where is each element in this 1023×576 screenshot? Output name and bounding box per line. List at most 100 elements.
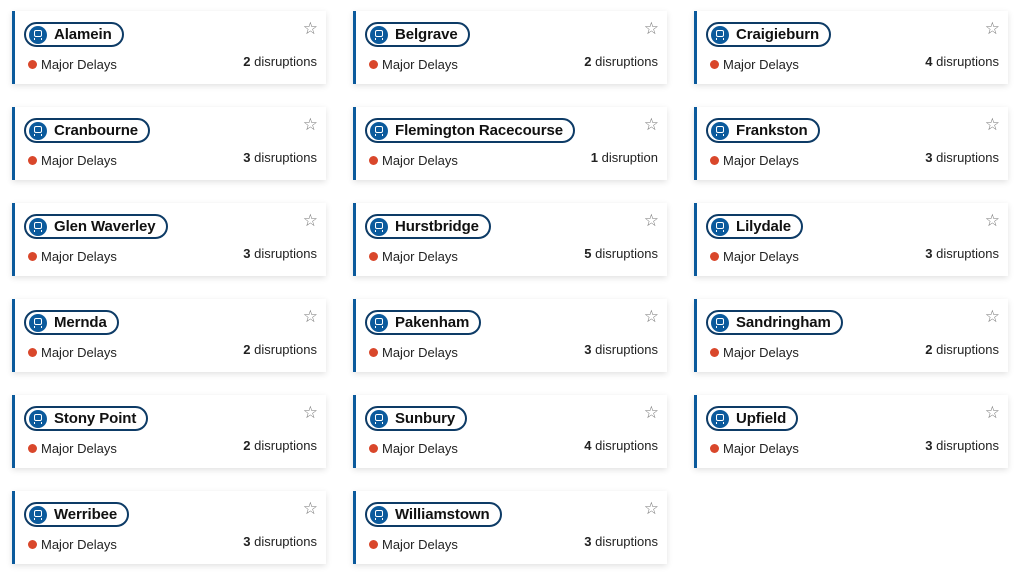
red-dot-icon xyxy=(710,156,719,165)
status-label: Major Delays xyxy=(41,249,117,264)
count-unit: disruptions xyxy=(254,246,317,261)
line-name-pill[interactable]: Werribee xyxy=(24,502,130,527)
count-number: 3 xyxy=(925,246,933,261)
favourite-star-icon[interactable]: ☆ xyxy=(303,115,318,135)
line-name-pill[interactable]: Lilydale xyxy=(706,214,804,239)
disruption-count[interactable]: 3 disruptions xyxy=(925,438,999,453)
line-name: Hurstbridge xyxy=(395,218,479,235)
status: Major Delays xyxy=(369,153,458,168)
status: Major Delays xyxy=(369,345,458,360)
favourite-star-icon[interactable]: ☆ xyxy=(644,19,659,39)
line-card[interactable]: Glen Waverley ☆ Major Delays 3 disruptio… xyxy=(12,203,326,276)
disruption-count[interactable]: 2 disruptions xyxy=(243,438,317,453)
red-dot-icon xyxy=(369,156,378,165)
favourite-star-icon[interactable]: ☆ xyxy=(303,499,318,519)
favourite-star-icon[interactable]: ☆ xyxy=(985,19,1000,39)
status: Major Delays xyxy=(28,441,117,456)
line-name-pill[interactable]: Frankston xyxy=(706,118,820,143)
disruption-count[interactable]: 2 disruptions xyxy=(925,342,999,357)
line-name: Cranbourne xyxy=(54,122,139,139)
favourite-star-icon[interactable]: ☆ xyxy=(303,19,318,39)
favourite-star-icon[interactable]: ☆ xyxy=(644,403,659,423)
line-card[interactable]: Werribee ☆ Major Delays 3 disruptions xyxy=(12,491,326,564)
status-label: Major Delays xyxy=(41,441,117,456)
status: Major Delays xyxy=(369,441,458,456)
disruption-count[interactable]: 4 disruptions xyxy=(584,438,658,453)
line-name-pill[interactable]: Williamstown xyxy=(365,502,502,527)
line-card[interactable]: Sunbury ☆ Major Delays 4 disruptions xyxy=(353,395,667,468)
count-unit: disruptions xyxy=(936,342,999,357)
favourite-star-icon[interactable]: ☆ xyxy=(985,211,1000,231)
status-label: Major Delays xyxy=(723,249,799,264)
favourite-star-icon[interactable]: ☆ xyxy=(303,211,318,231)
line-card[interactable]: Belgrave ☆ Major Delays 2 disruptions xyxy=(353,11,667,84)
favourite-star-icon[interactable]: ☆ xyxy=(644,211,659,231)
line-name-pill[interactable]: Alamein xyxy=(24,22,124,47)
line-name-pill[interactable]: Glen Waverley xyxy=(24,214,168,239)
red-dot-icon xyxy=(369,540,378,549)
status-label: Major Delays xyxy=(723,441,799,456)
line-card[interactable]: Pakenham ☆ Major Delays 3 disruptions xyxy=(353,299,667,372)
disruption-count[interactable]: 3 disruptions xyxy=(925,150,999,165)
line-card[interactable]: Craigieburn ☆ Major Delays 4 disruptions xyxy=(694,11,1008,84)
line-name: Frankston xyxy=(736,122,808,139)
favourite-star-icon[interactable]: ☆ xyxy=(303,307,318,327)
line-card[interactable]: Sandringham ☆ Major Delays 2 disruptions xyxy=(694,299,1008,372)
line-card[interactable]: Williamstown ☆ Major Delays 3 disruption… xyxy=(353,491,667,564)
line-card[interactable]: Cranbourne ☆ Major Delays 3 disruptions xyxy=(12,107,326,180)
line-card[interactable]: Upfield ☆ Major Delays 3 disruptions xyxy=(694,395,1008,468)
count-unit: disruption xyxy=(601,150,658,165)
favourite-star-icon[interactable]: ☆ xyxy=(985,403,1000,423)
count-unit: disruptions xyxy=(936,438,999,453)
disruption-count[interactable]: 4 disruptions xyxy=(925,54,999,69)
disruption-count[interactable]: 3 disruptions xyxy=(925,246,999,261)
status: Major Delays xyxy=(28,153,117,168)
line-name: Pakenham xyxy=(395,314,470,331)
line-card[interactable]: Hurstbridge ☆ Major Delays 5 disruptions xyxy=(353,203,667,276)
count-number: 3 xyxy=(925,438,933,453)
disruption-count[interactable]: 3 disruptions xyxy=(243,534,317,549)
line-name-pill[interactable]: Belgrave xyxy=(365,22,470,47)
disruption-count[interactable]: 2 disruptions xyxy=(243,54,317,69)
red-dot-icon xyxy=(28,252,37,261)
line-card[interactable]: Alamein ☆ Major Delays 2 disruptions xyxy=(12,11,326,84)
favourite-star-icon[interactable]: ☆ xyxy=(644,499,659,519)
status: Major Delays xyxy=(28,537,117,552)
line-card[interactable]: Stony Point ☆ Major Delays 2 disruptions xyxy=(12,395,326,468)
favourite-star-icon[interactable]: ☆ xyxy=(985,307,1000,327)
line-name-pill[interactable]: Cranbourne xyxy=(24,118,151,143)
disruption-count[interactable]: 1 disruption xyxy=(591,150,658,165)
count-number: 2 xyxy=(243,54,251,69)
favourite-star-icon[interactable]: ☆ xyxy=(644,115,659,135)
status: Major Delays xyxy=(28,249,117,264)
train-icon xyxy=(29,25,47,44)
disruption-count[interactable]: 3 disruptions xyxy=(243,150,317,165)
line-name-pill[interactable]: Mernda xyxy=(24,310,119,335)
line-name-pill[interactable]: Stony Point xyxy=(24,406,149,431)
line-name-pill[interactable]: Hurstbridge xyxy=(365,214,491,239)
line-name-pill[interactable]: Flemington Racecourse xyxy=(365,118,575,143)
line-name-pill[interactable]: Craigieburn xyxy=(706,22,832,47)
line-name-pill[interactable]: Sunbury xyxy=(365,406,468,431)
disruption-count[interactable]: 3 disruptions xyxy=(584,342,658,357)
line-card[interactable]: Frankston ☆ Major Delays 3 disruptions xyxy=(694,107,1008,180)
favourite-star-icon[interactable]: ☆ xyxy=(303,403,318,423)
favourite-star-icon[interactable]: ☆ xyxy=(985,115,1000,135)
disruption-count[interactable]: 2 disruptions xyxy=(243,342,317,357)
line-name-pill[interactable]: Sandringham xyxy=(706,310,843,335)
disruption-count[interactable]: 3 disruptions xyxy=(243,246,317,261)
disruption-count[interactable]: 5 disruptions xyxy=(584,246,658,261)
count-number: 2 xyxy=(243,342,251,357)
line-name-pill[interactable]: Upfield xyxy=(706,406,799,431)
status-label: Major Delays xyxy=(382,249,458,264)
line-card[interactable]: Mernda ☆ Major Delays 2 disruptions xyxy=(12,299,326,372)
count-number: 2 xyxy=(584,54,592,69)
line-card[interactable]: Lilydale ☆ Major Delays 3 disruptions xyxy=(694,203,1008,276)
disruption-count[interactable]: 2 disruptions xyxy=(584,54,658,69)
favourite-star-icon[interactable]: ☆ xyxy=(644,307,659,327)
status: Major Delays xyxy=(28,57,117,72)
disruption-count[interactable]: 3 disruptions xyxy=(584,534,658,549)
line-name-pill[interactable]: Pakenham xyxy=(365,310,482,335)
count-unit: disruptions xyxy=(936,54,999,69)
line-card[interactable]: Flemington Racecourse ☆ Major Delays 1 d… xyxy=(353,107,667,180)
